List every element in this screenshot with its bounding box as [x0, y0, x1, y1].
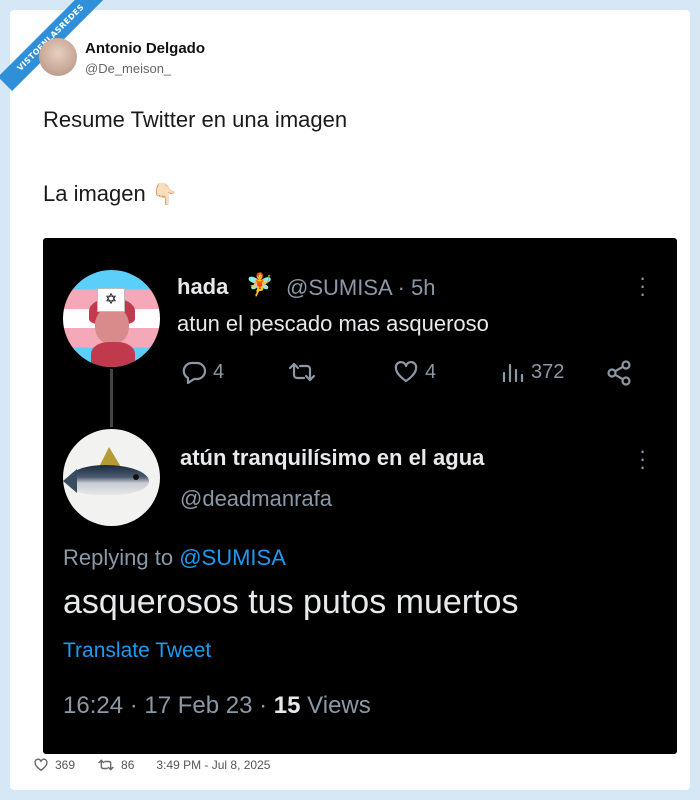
- author-avatar[interactable]: [39, 38, 77, 76]
- share-button[interactable]: [606, 360, 632, 386]
- retweet-button[interactable]: [287, 360, 317, 384]
- original-tweet-text: atun el pescado mas asqueroso: [177, 311, 489, 336]
- tweet-card: VISTOENLASREDES Antonio Delgado @De_meis…: [0, 0, 690, 790]
- tweet-footer: 369 86 3:49 PM - Jul 8, 2025: [33, 758, 270, 772]
- author-name[interactable]: Antonio Delgado: [85, 40, 205, 57]
- share-icon: [607, 360, 631, 386]
- original-author-name[interactable]: hada: [177, 274, 228, 300]
- replying-to: Replying to @SUMISA: [63, 545, 286, 571]
- fairy-icon: 🧚: [246, 272, 274, 297]
- footer-retweet-count: 86: [121, 758, 135, 772]
- reply-tweet-text: asquerosos tus putos muertos: [63, 583, 519, 621]
- reply-views-label: Views: [300, 692, 371, 719]
- footer-timestamp[interactable]: 3:49 PM - Jul 8, 2025: [156, 758, 270, 772]
- reply-author-handle[interactable]: @deadmanrafa: [180, 486, 332, 512]
- retweet-icon: [288, 362, 316, 382]
- footer-like-count: 369: [55, 758, 76, 772]
- replying-prefix: Replying to: [63, 545, 180, 570]
- reply-author-name[interactable]: atún tranquilísimo en el agua: [180, 445, 484, 471]
- views-button[interactable]: 372: [501, 360, 564, 384]
- views-icon: [502, 363, 524, 383]
- reply-button[interactable]: 4: [181, 360, 224, 384]
- pointing-down-icon: 👇🏻: [151, 183, 179, 206]
- heart-icon: [394, 361, 418, 383]
- hada-avatar[interactable]: ✡: [63, 270, 160, 367]
- like-button[interactable]: 4: [393, 360, 436, 384]
- embedded-screenshot[interactable]: ✡ hada 🧚 @SUMISA · 5h · · · atun el pescad…: [43, 238, 677, 754]
- views-count: 372: [531, 360, 565, 383]
- thread-connector: [110, 369, 113, 427]
- replying-mention-link[interactable]: @SUMISA: [179, 545, 286, 570]
- author-handle[interactable]: @De_meison_: [85, 61, 171, 76]
- tweet-text-line1: Resume Twitter en una imagen: [43, 107, 348, 132]
- reply-meta: 16:24 · 17 Feb 23 · 15 Views: [63, 692, 371, 720]
- tweet-text-line2: La imagen 👇🏻: [43, 181, 178, 207]
- retweet-icon[interactable]: [97, 758, 115, 772]
- more-icon[interactable]: · · ·: [637, 440, 647, 478]
- reply-timestamp: 16:24 · 17 Feb 23 ·: [63, 692, 274, 719]
- translate-tweet-link[interactable]: Translate Tweet: [63, 639, 211, 663]
- heart-icon[interactable]: [33, 758, 49, 772]
- more-icon[interactable]: · · ·: [637, 267, 647, 305]
- reply-views-count: 15: [273, 692, 301, 719]
- like-count: 4: [425, 360, 437, 383]
- reply-count: 4: [213, 360, 225, 383]
- original-author-handle[interactable]: @SUMISA · 5h: [286, 275, 436, 301]
- star-of-david-icon: ✡: [97, 288, 125, 312]
- reply-icon: [182, 361, 207, 384]
- tweet-text-line2-label: La imagen: [43, 181, 146, 206]
- tuna-avatar[interactable]: [63, 429, 160, 526]
